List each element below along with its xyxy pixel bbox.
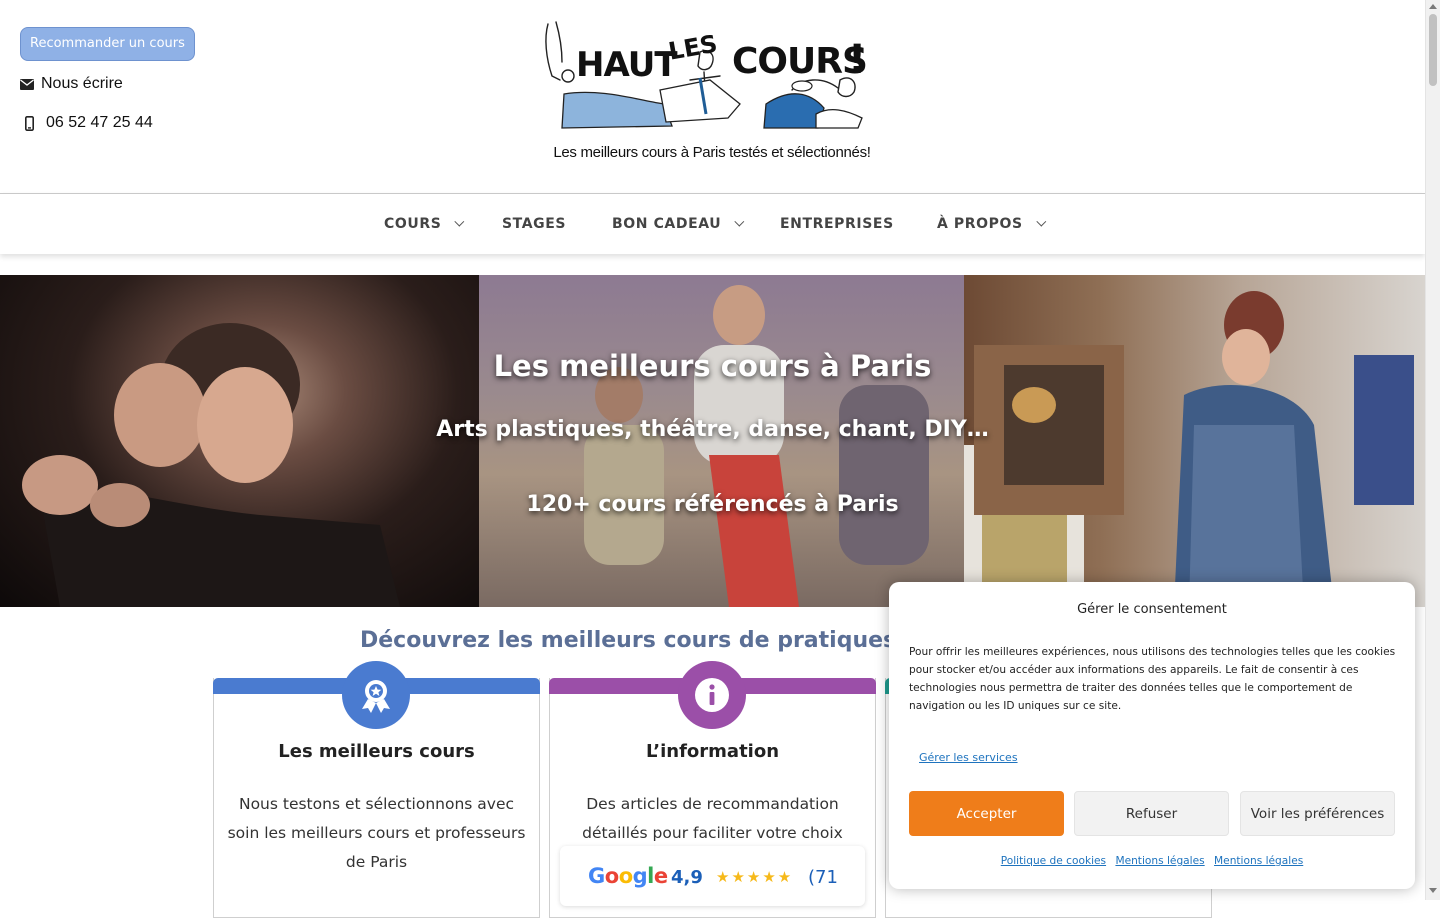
phone-number: 06 52 47 25 44: [46, 114, 153, 131]
consent-footer-links: Politique de cookies Mentions légales Me…: [889, 855, 1415, 867]
header-contact-block: Recommander un cours Nous écrire 06 52 4…: [20, 27, 195, 131]
hero-banner: Les meilleurs cours à Paris Arts plastiq…: [0, 275, 1425, 607]
hero-title: Les meilleurs cours à Paris: [493, 349, 932, 383]
accept-button[interactable]: Accepter: [909, 791, 1064, 836]
nav-item-entreprises-label: ENTREPRISES: [780, 216, 894, 232]
google-reviews-widget[interactable]: Google 4,9 ★★★★★ (71: [560, 846, 865, 906]
legal-notice-link-2[interactable]: Mentions légales: [1214, 855, 1303, 867]
card-title: L’information: [645, 741, 780, 762]
scroll-down-arrow-icon[interactable]: [1429, 888, 1437, 893]
cookie-consent-dialog: Gérer le consentement Pour offrir les me…: [889, 582, 1415, 889]
hero-subtitle: Arts plastiques, théâtre, danse, chant, …: [436, 417, 989, 442]
recommend-course-button[interactable]: Recommander un cours: [20, 27, 195, 61]
nav-item-stages-label: STAGES: [502, 216, 567, 232]
site-tagline: Les meilleurs cours à Paris testés et sé…: [553, 144, 871, 161]
nav-item-bon-cadeau-label: BON CADEAU: [612, 216, 722, 232]
chevron-down-icon: [1036, 216, 1046, 227]
main-navigation: COURS STAGES BON CADEAU ENTREPRISES À PR…: [0, 193, 1425, 254]
info-icon: [678, 661, 746, 729]
svg-text:HAUT: HAUT: [576, 45, 678, 85]
envelope-icon: [20, 78, 34, 90]
refuse-button[interactable]: Refuser: [1074, 791, 1229, 836]
legal-notice-link[interactable]: Mentions légales: [1115, 855, 1204, 867]
nav-item-a-propos[interactable]: À PROPOS: [937, 216, 1046, 232]
scrollbar-thumb[interactable]: [1429, 14, 1437, 86]
scroll-up-arrow-icon[interactable]: [1429, 4, 1437, 9]
cookie-policy-link[interactable]: Politique de cookies: [1001, 855, 1106, 867]
nav-item-a-propos-label: À PROPOS: [937, 216, 1023, 232]
feature-card-best-courses: Les meilleurs cours Nous testons et séle…: [213, 661, 540, 918]
card-description: Nous testons et sélectionnons avec soin …: [227, 795, 526, 871]
chevron-down-icon: [454, 216, 465, 227]
site-logo[interactable]: HAUT LES COURS !: [540, 18, 870, 132]
card-description: Des articles de recommandation détaillés…: [582, 795, 843, 842]
google-review-count: (71: [808, 867, 838, 888]
view-preferences-button[interactable]: Voir les préférences: [1240, 791, 1395, 836]
award-ribbon-icon: [342, 661, 410, 729]
phone-contact-link[interactable]: 06 52 47 25 44: [25, 114, 153, 132]
consent-title: Gérer le consentement: [1077, 602, 1227, 617]
nav-item-entreprises[interactable]: ENTREPRISES: [780, 216, 894, 232]
nav-item-cours[interactable]: COURS: [384, 216, 465, 232]
section-title: Découvrez les meilleurs cours de pratiqu…: [360, 628, 940, 653]
email-contact-link[interactable]: Nous écrire: [20, 75, 123, 93]
star-rating-icon: ★★★★★: [716, 868, 794, 886]
nav-item-cours-label: COURS: [384, 216, 442, 232]
nav-item-stages[interactable]: STAGES: [502, 216, 566, 232]
svg-text:!: !: [848, 37, 866, 83]
haut-les-cours-logo-illustration: HAUT LES COURS !: [545, 21, 868, 129]
svg-text:LES: LES: [666, 30, 719, 66]
chevron-down-icon: [734, 216, 745, 227]
svg-text:COURS: COURS: [732, 41, 867, 82]
manage-services-link[interactable]: Gérer les services: [919, 751, 1018, 764]
card-title: Les meilleurs cours: [278, 741, 475, 762]
nav-item-bon-cadeau[interactable]: BON CADEAU: [612, 216, 745, 232]
google-logo: Google: [588, 864, 668, 888]
google-rating-value: 4,9: [671, 867, 703, 888]
hero-course-count: 120+ cours référencés à Paris: [526, 492, 899, 517]
mobile-phone-icon: [25, 115, 34, 131]
consent-description: Pour offrir les meilleures expériences, …: [909, 646, 1396, 712]
email-contact-label: Nous écrire: [41, 75, 123, 92]
page-scrollbar[interactable]: [1425, 0, 1440, 900]
